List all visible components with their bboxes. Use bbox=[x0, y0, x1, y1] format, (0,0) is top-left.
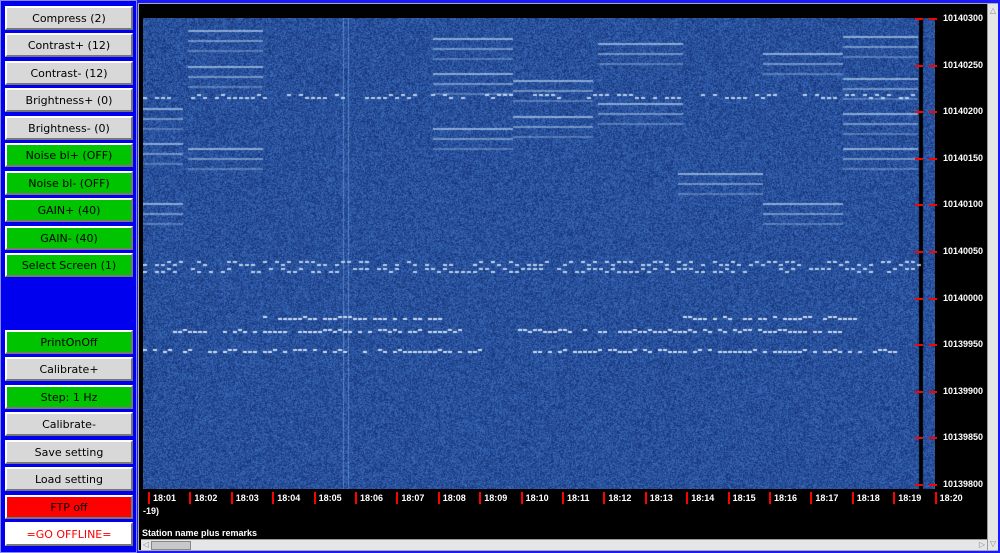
vertical-scrollbar[interactable]: △ ▽ bbox=[987, 4, 998, 550]
time-label: 18:13 bbox=[644, 492, 673, 504]
gain-40-button[interactable]: GAIN+ (40) bbox=[5, 198, 133, 222]
time-label: 18:04 bbox=[272, 492, 300, 504]
frequency-label: 10139800 bbox=[943, 479, 984, 489]
control-panel: Compress (2) Contrast+ (12) Contrast- (12)… bbox=[0, 0, 137, 553]
frequency-label: 10140000 bbox=[943, 292, 984, 303]
frequency-tick bbox=[915, 18, 923, 20]
frequency-tick bbox=[915, 344, 923, 347]
scroll-left-icon[interactable]: ◁ bbox=[141, 540, 151, 549]
compress-2-button[interactable]: Compress (2) bbox=[5, 6, 133, 30]
frequency-tick bbox=[915, 484, 923, 486]
scroll-up-icon[interactable]: △ bbox=[988, 6, 998, 15]
frequency-label: 10140150 bbox=[943, 152, 984, 163]
frequency-tick bbox=[915, 64, 923, 67]
save-setting-button[interactable]: Save setting bbox=[5, 440, 133, 464]
waterfall-spectrogram[interactable] bbox=[143, 18, 935, 489]
frequency-label: 10139900 bbox=[943, 385, 984, 396]
frequency-tick bbox=[929, 484, 937, 486]
horizontal-scroll-thumb[interactable] bbox=[151, 541, 191, 550]
frequency-tick bbox=[929, 64, 937, 67]
frequency-label: 10140200 bbox=[943, 106, 984, 117]
frequency-label: 10140250 bbox=[943, 59, 984, 70]
frequency-tick bbox=[915, 390, 923, 393]
waterfall-display: -19) Station name plus remarks ◁ ▷ △ ▽ 1… bbox=[138, 3, 998, 551]
go-offline-button[interactable]: =GO OFFLINE= bbox=[5, 522, 133, 546]
frequency-label: 10139950 bbox=[943, 339, 984, 350]
ftp-off-button[interactable]: FTP off bbox=[5, 495, 133, 519]
time-label: 18:09 bbox=[479, 492, 507, 504]
select-screen-1-button[interactable]: Select Screen (1) bbox=[5, 253, 133, 277]
frequency-tick bbox=[915, 204, 923, 207]
scroll-down-icon[interactable]: ▽ bbox=[988, 539, 998, 548]
time-label: 18:17 bbox=[810, 492, 838, 504]
calibrate-button[interactable]: Calibrate- bbox=[5, 412, 133, 436]
printonoff-button[interactable]: PrintOnOff bbox=[5, 330, 133, 354]
frequency-tick bbox=[915, 111, 923, 114]
gain-40-button[interactable]: GAIN- (40) bbox=[5, 226, 133, 250]
contrast-12-button[interactable]: Contrast+ (12) bbox=[5, 33, 133, 57]
brightness-0-button[interactable]: Brightness+ (0) bbox=[5, 88, 133, 112]
station-remarks: Station name plus remarks bbox=[142, 528, 258, 538]
time-label: 18:18 bbox=[851, 492, 880, 504]
time-label: 18:10 bbox=[520, 492, 549, 504]
frequency-tick bbox=[929, 251, 937, 253]
frequency-tick bbox=[929, 204, 937, 207]
brightness-0-button[interactable]: Brightness- (0) bbox=[5, 116, 133, 140]
contrast-12-button[interactable]: Contrast- (12) bbox=[5, 61, 133, 85]
frequency-label: 10140300 bbox=[943, 13, 984, 23]
time-label: 18:05 bbox=[313, 492, 342, 504]
frequency-tick bbox=[915, 251, 923, 253]
time-label: 18:14 bbox=[686, 492, 714, 504]
step-1-hz-button[interactable]: Step: 1 Hz bbox=[5, 385, 133, 409]
calibrate-button[interactable]: Calibrate+ bbox=[5, 357, 133, 381]
time-label: 18:20 bbox=[934, 492, 963, 504]
time-label: 18:11 bbox=[562, 492, 590, 504]
scroll-right-icon[interactable]: ▷ bbox=[977, 540, 987, 549]
frequency-tick bbox=[929, 437, 937, 440]
time-label: 18:12 bbox=[603, 492, 631, 504]
frequency-label: 10139850 bbox=[943, 432, 984, 443]
frequency-tick bbox=[929, 297, 937, 300]
frequency-label: 10140100 bbox=[943, 199, 984, 210]
frequency-tick bbox=[929, 18, 937, 20]
load-setting-button[interactable]: Load setting bbox=[5, 467, 133, 491]
noise-bl-off-button[interactable]: Noise bl+ (OFF) bbox=[5, 143, 133, 167]
time-label: 18:06 bbox=[355, 492, 383, 504]
time-label: 18:01 bbox=[148, 492, 176, 504]
frequency-label: 10140050 bbox=[943, 246, 984, 256]
time-label: 18:19 bbox=[893, 492, 921, 504]
time-label: 18:15 bbox=[727, 492, 756, 504]
horizontal-scrollbar[interactable]: ◁ ▷ bbox=[141, 539, 987, 550]
time-label: 18:03 bbox=[230, 492, 259, 504]
frequency-tick bbox=[915, 437, 923, 440]
frequency-tick bbox=[929, 390, 937, 393]
time-label: 18:02 bbox=[189, 492, 217, 504]
frequency-tick bbox=[915, 157, 923, 160]
noise-bl-off-button[interactable]: Noise bl- (OFF) bbox=[5, 171, 133, 195]
time-note: -19) bbox=[143, 506, 160, 516]
frequency-tick bbox=[915, 297, 923, 300]
frequency-tick bbox=[929, 344, 937, 347]
time-label: 18:08 bbox=[437, 492, 466, 504]
frequency-tick bbox=[929, 111, 937, 114]
frequency-tick bbox=[929, 157, 937, 160]
time-label: 18:07 bbox=[396, 492, 424, 504]
time-label: 18:16 bbox=[769, 492, 797, 504]
